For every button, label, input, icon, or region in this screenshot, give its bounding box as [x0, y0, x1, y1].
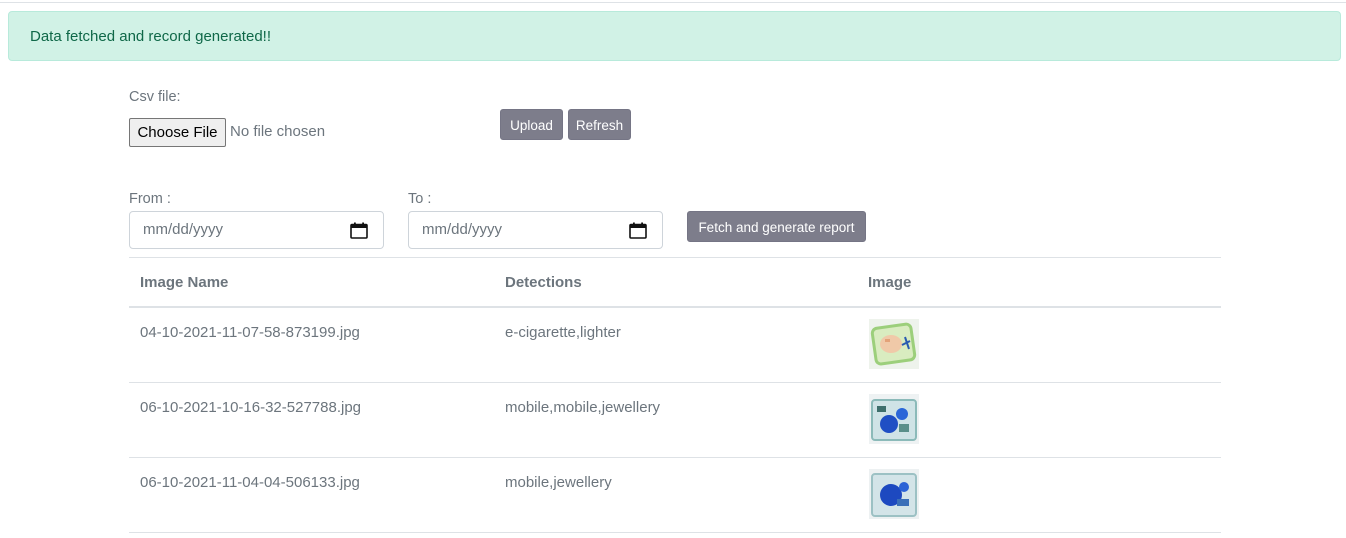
header-divider	[129, 306, 1221, 308]
row-1-image-name: 04-10-2021-11-07-58-873199.jpg	[140, 324, 360, 341]
table-top-border	[129, 257, 1221, 258]
xray-thumbnail-icon[interactable]	[869, 319, 919, 369]
row-3-detections: mobile,jewellery	[505, 474, 612, 491]
to-date-input[interactable]: mm/dd/yyyy	[408, 211, 663, 249]
choose-file-button[interactable]: Choose File	[129, 118, 226, 147]
row-2-detections: mobile,mobile,jewellery	[505, 399, 661, 416]
from-label: From :	[129, 191, 171, 207]
header-detections: Detections	[505, 274, 582, 291]
row-2-image-name: 06-10-2021-10-16-32-527788.jpg	[140, 399, 362, 416]
header-image: Image	[868, 274, 912, 291]
to-date-placeholder: mm/dd/yyyy	[422, 221, 503, 238]
to-label: To :	[408, 191, 432, 207]
row-divider	[129, 457, 1221, 458]
csv-file-label: Csv file:	[129, 89, 181, 105]
row-3-image-name: 06-10-2021-11-04-04-506133.jpg	[140, 474, 360, 491]
success-alert: Data fetched and record generated!!	[8, 11, 1341, 61]
header-image-name: Image Name	[140, 274, 229, 291]
from-date-input[interactable]: mm/dd/yyyy	[129, 211, 384, 249]
xray-thumbnail-icon[interactable]	[869, 394, 919, 444]
row-divider	[129, 382, 1221, 383]
upload-button[interactable]: Upload	[500, 109, 563, 140]
row-1-detections: e-cigarette,lighter	[505, 324, 621, 341]
calendar-icon[interactable]	[629, 222, 647, 239]
xray-thumbnail-icon[interactable]	[869, 469, 919, 519]
file-status-text: No file chosen	[230, 123, 326, 140]
refresh-button[interactable]: Refresh	[568, 109, 631, 140]
fetch-report-button[interactable]: Fetch and generate report	[687, 211, 866, 242]
calendar-icon[interactable]	[350, 222, 368, 239]
table-bottom-border	[129, 532, 1221, 533]
top-divider	[0, 2, 1346, 3]
alert-message: Data fetched and record generated!!	[30, 28, 271, 45]
from-date-placeholder: mm/dd/yyyy	[143, 221, 224, 238]
